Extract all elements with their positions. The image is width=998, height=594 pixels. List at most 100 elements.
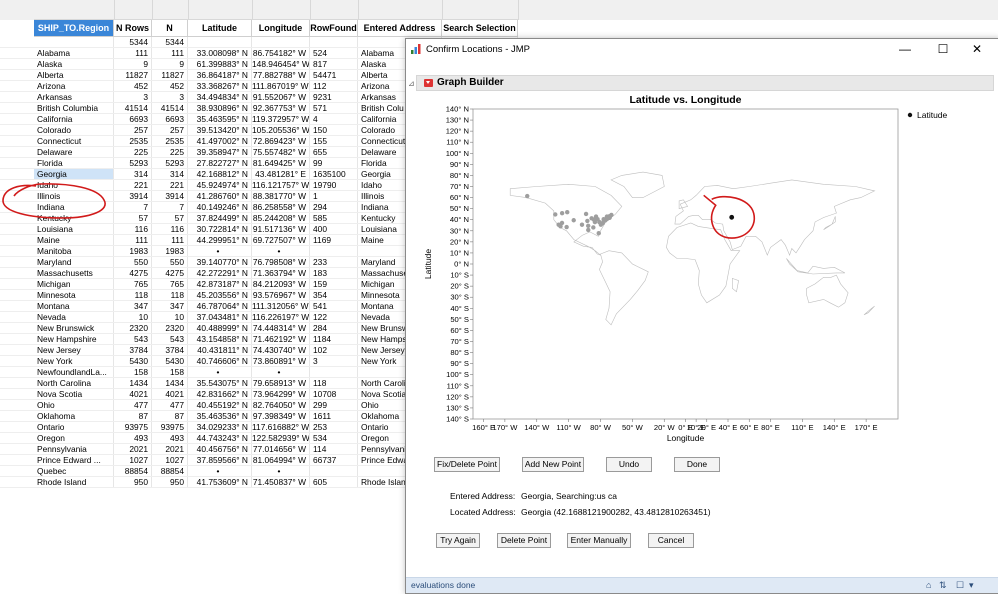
entered-address-label: Entered Address: [450,491,516,501]
x-axis-label: Longitude [667,433,705,443]
data-point [564,224,569,230]
x-tick-label: 80° E [761,423,780,432]
y-tick-label: 130° N [446,116,469,125]
column-header[interactable]: Search Selection [442,20,518,37]
collapse-icon[interactable]: ⊿ [408,79,415,88]
y-tick-label: 70° N [450,182,469,191]
data-point [558,224,563,229]
y-tick-label: 120° N [446,127,469,136]
data-point [565,209,570,215]
latlong-chart: Latitude vs. Longitude 140° N 130° N 120° N… [423,94,948,443]
y-tick-label: 80° S [450,348,469,357]
x-tick-label: 110° E [791,423,813,432]
red-triangle-menu-icon[interactable] [424,79,433,87]
data-point [553,212,558,217]
y-tick-label: 30° S [450,293,469,302]
data-point [571,218,576,223]
x-tick-label: 50° W [622,423,644,432]
home-icon[interactable]: ⌂ [926,580,931,590]
annotation-circle-georgia [2,183,106,219]
column-header[interactable]: SHIP_TO.Region [34,20,114,37]
confirm-locations-dialog: Confirm Locations - JMP — ☐ ✕ ⊿ Graph Bu… [405,38,998,594]
y-tick-label: 110° S [447,381,469,390]
status-text: evaluations done [411,580,476,590]
x-tick-label: 40° E [719,423,738,432]
column-header[interactable]: Latitude [188,20,252,37]
legend-label: Latitude [917,110,948,120]
column-strip-cell [358,0,443,20]
jmp-icon [411,44,421,54]
y-tick-label: 100° S [446,370,469,379]
window-list-icon[interactable]: ☐ [956,580,964,591]
y-tick-label: 110° N [446,138,469,147]
column-strip-cell [442,0,519,20]
x-tick-label: 80° W [590,423,612,432]
data-point [583,211,589,217]
dialog-titlebar[interactable]: Confirm Locations - JMP — ☐ ✕ [406,39,998,60]
delete-point-button[interactable]: Delete Point [497,533,551,548]
dialog-title: Confirm Locations - JMP [426,44,531,55]
entered-address-value: Georgia, Searching:us ca [521,491,617,501]
data-point [559,210,565,216]
column-strip-cell [34,0,115,20]
done-button[interactable]: Done [674,457,720,472]
x-tick-label: 20° W [654,423,676,432]
undo-button[interactable]: Undo [606,457,652,472]
x-tick-label: 20° E [697,423,716,432]
data-point [601,217,606,222]
x-tick-label: 60° E [740,423,759,432]
fix-delete-point-button[interactable]: Fix/Delete Point [434,457,500,472]
data-point [585,218,590,224]
y-tick-label: 0° N [454,260,469,269]
dropdown-icon[interactable]: ▾ [969,580,974,591]
legend-marker [907,112,913,118]
column-strip-cell [188,0,253,20]
data-point [591,225,596,230]
y-tick-label: 50° S [450,315,469,324]
y-tick-label: 80° N [450,171,469,180]
y-axis-label: Latitude [423,249,433,280]
y-tick-label: 140° S [446,415,469,424]
column-header[interactable]: Longitude [252,20,310,37]
data-point [525,193,530,199]
data-point [597,219,602,225]
y-tick-label: 90° N [450,160,469,169]
y-tick-label: 40° N [450,215,469,224]
close-button[interactable]: ✕ [962,41,992,58]
y-tick-label: 140° N [446,105,469,114]
column-strip-cell [114,0,153,20]
located-address-label: Located Address: [450,507,516,517]
y-tick-label: 20° N [450,237,469,246]
column-strip-cell [152,0,189,20]
data-point [596,230,601,236]
status-bar: evaluations done ⌂ ⇅ ☐ ▾ [406,577,998,593]
add-new-point-button[interactable]: Add New Point [522,457,584,472]
column-header[interactable]: Entered Address [358,20,442,37]
data-point [607,215,612,220]
toolbar-strip [0,0,998,20]
data-point [579,222,585,227]
x-tick-label: 140° W [524,423,550,432]
cancel-button[interactable]: Cancel [648,533,694,548]
x-tick-label: 170° E [855,423,878,432]
column-strip-cell [252,0,311,20]
maximize-button[interactable]: ☐ [928,41,958,58]
y-tick-label: 70° S [450,337,469,346]
column-header[interactable]: RowFound [310,20,358,37]
column-strip-cell [310,0,359,20]
x-tick-label: 140° E [823,423,846,432]
y-tick-label: 10° N [450,248,469,257]
y-tick-label: 60° S [450,326,469,335]
y-tick-label: 40° S [450,304,469,313]
y-tick-label: 120° S [446,392,469,401]
try-again-button[interactable]: Try Again [436,533,480,548]
enter-manually-button[interactable]: Enter Manually [567,533,631,548]
nav-arrows-icon[interactable]: ⇅ [939,580,947,591]
column-header[interactable]: N Rows [114,20,152,37]
x-tick-label: 110° W [556,423,581,432]
graph-builder-header: Graph Builder [416,75,994,91]
x-tick-label: 170° W [492,423,518,432]
y-tick-label: 10° S [450,271,469,280]
column-header[interactable]: N [152,20,188,37]
minimize-button[interactable]: — [890,41,920,58]
